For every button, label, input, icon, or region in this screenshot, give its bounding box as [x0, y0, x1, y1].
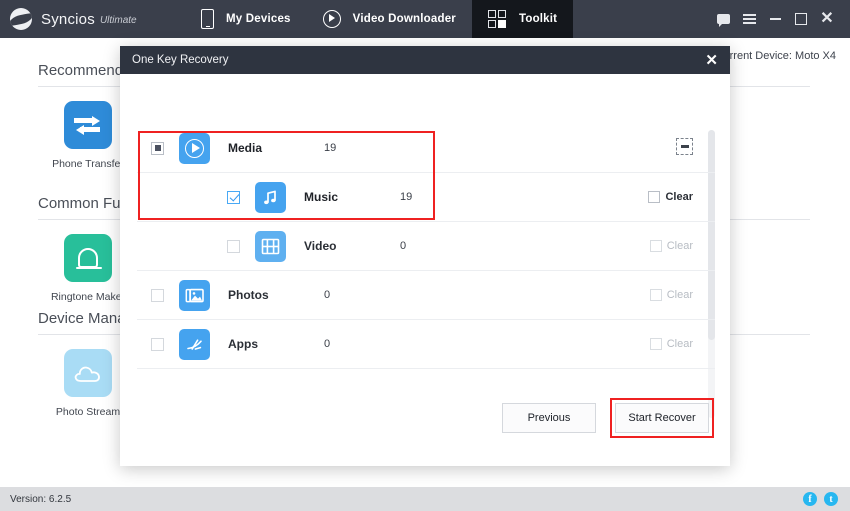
start-recover-button[interactable]: Start Recover — [615, 403, 709, 433]
film-strip-icon — [255, 230, 286, 262]
hamburger-menu-icon — [742, 14, 756, 24]
table-row[interactable]: Photos 0 Clear — [137, 271, 715, 320]
play-circle-icon — [322, 10, 341, 28]
row-count-photos: 0 — [324, 289, 331, 301]
app-brand: Syncios Ultimate — [10, 8, 185, 30]
chat-icon — [716, 14, 730, 27]
clear-label-video: Clear — [666, 240, 693, 252]
table-row[interactable]: Media 19 — [137, 124, 715, 173]
current-device-label: Current Device: Moto X4 — [715, 50, 836, 62]
dialog-footer: Previous Start Recover — [502, 398, 714, 438]
close-icon: ✕ — [820, 10, 834, 27]
row-label-media: Media — [228, 141, 263, 155]
table-row[interactable]: Music 19 Clear — [137, 173, 715, 222]
clear-label-photos: Clear — [666, 289, 693, 301]
media-play-icon — [179, 132, 210, 164]
row-checkbox-media[interactable] — [151, 141, 164, 155]
nav-my-devices[interactable]: My Devices — [185, 0, 307, 38]
table-row[interactable]: Apps 0 Clear — [137, 320, 715, 369]
row-checkbox-apps[interactable] — [151, 337, 164, 351]
row-count-video: 0 — [400, 240, 407, 252]
dialog-close-icon[interactable]: ✕ — [705, 53, 718, 68]
row-count-music: 19 — [400, 191, 413, 203]
table-row[interactable]: Video 0 Clear — [137, 222, 715, 271]
row-label-video: Video — [304, 239, 337, 253]
start-recover-highlight: Start Recover — [610, 398, 714, 438]
music-note-icon — [255, 181, 286, 213]
dialog-body: Media 19 Music 19 Clear Video 0 Clear Ph… — [120, 74, 730, 466]
row-checkbox-music[interactable] — [227, 190, 240, 204]
photos-icon — [179, 279, 210, 311]
brand-edition: Ultimate — [99, 14, 137, 26]
row-count-media: 19 — [324, 142, 337, 154]
clear-checkbox-music[interactable] — [648, 191, 661, 203]
nav-video-downloader[interactable]: Video Downloader — [307, 0, 472, 38]
minimize-icon — [769, 18, 781, 20]
phone-icon — [201, 9, 214, 29]
close-button[interactable]: ✕ — [814, 4, 840, 34]
row-checkbox-photos[interactable] — [151, 288, 164, 302]
nav-video-downloader-label: Video Downloader — [352, 13, 456, 25]
syncios-logo-icon — [10, 8, 32, 30]
social-links: f t — [803, 492, 850, 506]
grid-icon — [487, 9, 507, 29]
previous-button[interactable]: Previous — [502, 403, 596, 433]
version-label: Version: 6.2.5 — [10, 493, 72, 505]
bell-icon — [64, 234, 112, 282]
clear-label-music: Clear — [665, 191, 693, 203]
clear-control-music[interactable]: Clear — [648, 191, 715, 203]
app-titlebar: Syncios Ultimate My Devices Video Downlo… — [0, 0, 850, 38]
minimize-button[interactable] — [762, 4, 788, 34]
maximize-icon — [795, 13, 807, 25]
feedback-button[interactable] — [710, 4, 736, 34]
maximize-button[interactable] — [788, 4, 814, 34]
row-checkbox-video[interactable] — [227, 239, 240, 253]
clear-checkbox-apps[interactable] — [649, 338, 662, 350]
row-label-music: Music — [304, 190, 339, 204]
brand-name: Syncios — [41, 10, 95, 28]
app-store-icon — [179, 328, 210, 360]
clear-label-apps: Clear — [666, 338, 693, 350]
recovery-category-list: Media 19 Music 19 Clear Video 0 Clear Ph… — [137, 124, 715, 424]
main-nav: My Devices Video Downloader Toolkit — [185, 0, 574, 38]
status-bar: Version: 6.2.5 f t — [0, 487, 850, 511]
twitter-icon[interactable]: t — [824, 492, 838, 506]
menu-button[interactable] — [736, 4, 762, 34]
row-count-apps: 0 — [324, 338, 331, 350]
clear-control-apps[interactable]: Clear — [649, 338, 715, 350]
nav-toolkit-label: Toolkit — [518, 13, 558, 25]
clear-control-photos[interactable]: Clear — [649, 289, 715, 301]
clear-checkbox-video[interactable] — [649, 240, 662, 252]
nav-toolkit[interactable]: Toolkit — [471, 0, 574, 38]
one-key-recovery-dialog: One Key Recovery ✕ Media 19 Music 19 Cle… — [120, 46, 730, 466]
dialog-title: One Key Recovery — [132, 54, 229, 66]
window-controls: ✕ — [710, 4, 850, 34]
nav-my-devices-label: My Devices — [226, 13, 291, 25]
clear-control-video[interactable]: Clear — [649, 240, 715, 252]
dialog-titlebar: One Key Recovery ✕ — [120, 46, 730, 74]
row-label-apps: Apps — [228, 337, 258, 351]
row-label-photos: Photos — [228, 288, 269, 302]
clear-checkbox-photos[interactable] — [649, 289, 662, 301]
cloud-icon — [64, 349, 112, 397]
transfer-arrows-icon — [64, 101, 112, 149]
facebook-icon[interactable]: f — [803, 492, 817, 506]
